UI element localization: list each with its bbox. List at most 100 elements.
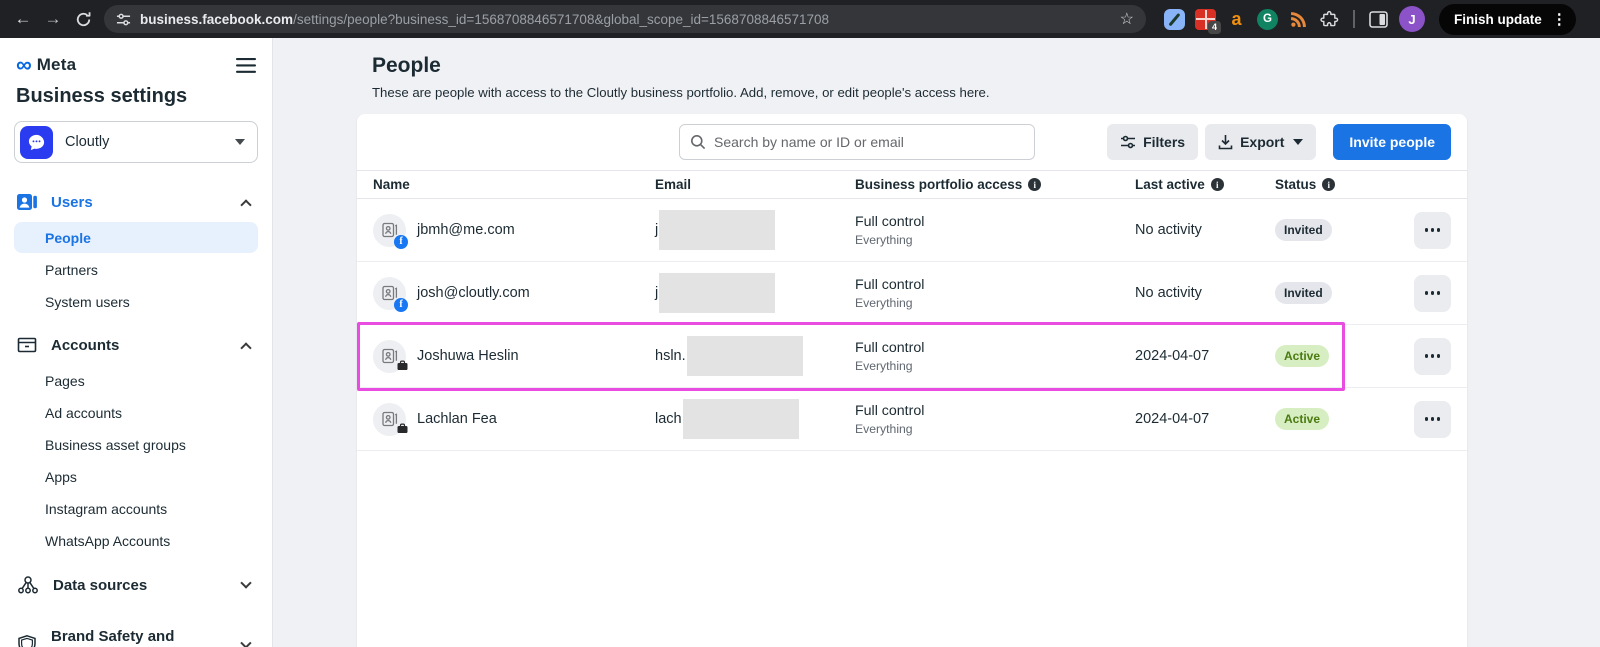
chevron-up-icon	[240, 342, 251, 353]
access-level: Full control	[855, 340, 1135, 356]
access-detail: Everything	[855, 296, 1135, 310]
info-icon[interactable]	[1028, 178, 1041, 191]
hamburger-menu-icon[interactable]	[236, 58, 256, 73]
person-name: Joshuwa Heslin	[417, 348, 519, 364]
column-header-email: Email	[655, 177, 855, 192]
section-label: Accounts	[51, 337, 119, 354]
extensions-puzzle-icon[interactable]	[1319, 9, 1340, 30]
bookmark-star-icon[interactable]	[1120, 9, 1134, 29]
last-active: No activity	[1135, 285, 1275, 301]
sidebar-section-accounts[interactable]: Accounts	[14, 326, 258, 364]
access-level: Full control	[855, 214, 1135, 230]
chrome-menu-icon[interactable]	[1552, 10, 1567, 28]
meta-brand-label: Meta	[37, 55, 77, 75]
section-label: Brand Safety and Suitabi…	[51, 628, 229, 647]
business-selector[interactable]: Cloutly	[14, 121, 258, 163]
search-input[interactable]	[679, 124, 1035, 160]
avatar	[373, 340, 406, 373]
site-settings-icon[interactable]	[116, 12, 131, 27]
section-label: Users	[51, 194, 93, 211]
sidebar-item-apps[interactable]: Apps	[14, 461, 258, 492]
page-description: These are people with access to the Clou…	[372, 85, 1467, 100]
table-row[interactable]: jbmh@me.com j Full controlEverything No …	[357, 199, 1467, 262]
person-name: josh@cloutly.com	[417, 285, 530, 301]
export-label: Export	[1240, 134, 1284, 150]
redacted-email	[683, 399, 799, 439]
sidebar-item-partners[interactable]: Partners	[14, 254, 258, 285]
browser-chrome: ← → business.facebook.com/settings/peopl…	[0, 0, 1600, 38]
search-icon	[690, 134, 706, 150]
status-badge: Invited	[1275, 282, 1332, 304]
avatar	[373, 277, 406, 310]
access-level: Full control	[855, 277, 1135, 293]
sidebar-section-users[interactable]: Users	[14, 183, 258, 221]
column-header-status: Status	[1275, 177, 1393, 192]
sidebar-item-business-asset-groups[interactable]: Business asset groups	[14, 429, 258, 460]
invite-people-button[interactable]: Invite people	[1333, 124, 1451, 160]
users-icon	[16, 192, 38, 212]
person-name: jbmh@me.com	[417, 222, 515, 238]
sidebar-item-instagram-accounts[interactable]: Instagram accounts	[14, 493, 258, 524]
amazon-extension-icon[interactable]	[1226, 9, 1247, 30]
email-prefix: hsln.	[655, 348, 686, 364]
rss-extension-icon[interactable]	[1288, 9, 1309, 30]
chevron-down-icon	[240, 577, 251, 588]
sidebar-item-pages[interactable]: Pages	[14, 365, 258, 396]
shield-icon	[16, 634, 38, 647]
browser-profile-avatar[interactable]: J	[1399, 6, 1425, 32]
sidebar-item-ad-accounts[interactable]: Ad accounts	[14, 397, 258, 428]
filters-button[interactable]: Filters	[1107, 124, 1198, 160]
cloutly-logo-icon	[20, 126, 53, 159]
redacted-email	[659, 273, 775, 313]
filters-label: Filters	[1143, 134, 1185, 150]
person-name: Lachlan Fea	[417, 411, 497, 427]
business-badge-icon	[397, 359, 408, 375]
sidebar-section-brand-safety[interactable]: Brand Safety and Suitabi…	[14, 619, 258, 647]
table-row[interactable]: Lachlan Fea lach Full controlEverything …	[357, 388, 1467, 451]
address-bar[interactable]: business.facebook.com/settings/people?bu…	[104, 5, 1146, 33]
page-heading: People	[372, 54, 1467, 78]
avatar	[373, 403, 406, 436]
access-detail: Everything	[855, 422, 1135, 436]
sidebar: ∞ Meta Business settings Cloutly	[0, 38, 273, 647]
chevron-down-icon	[1293, 139, 1303, 145]
finish-update-button[interactable]: Finish update	[1439, 4, 1576, 35]
url-path: /settings/people?business_id=15687088465…	[293, 12, 829, 27]
export-button[interactable]: Export	[1205, 124, 1316, 160]
access-detail: Everything	[855, 233, 1135, 247]
filters-icon	[1120, 134, 1136, 150]
download-icon	[1218, 134, 1233, 150]
avatar	[373, 214, 406, 247]
extensions-row: 4 J	[1164, 6, 1425, 32]
sidebar-section-data-sources[interactable]: Data sources	[14, 565, 258, 605]
business-name: Cloutly	[65, 134, 109, 150]
sidebar-item-system-users[interactable]: System users	[14, 286, 258, 317]
email-prefix: j	[655, 222, 658, 238]
grammarly-extension-icon[interactable]	[1257, 9, 1278, 30]
more-options-button[interactable]	[1414, 275, 1451, 312]
status-badge: Active	[1275, 345, 1329, 367]
column-header-last-active: Last active	[1135, 177, 1275, 192]
back-icon[interactable]: ←	[10, 6, 36, 32]
info-icon[interactable]	[1211, 178, 1224, 191]
table-row[interactable]: josh@cloutly.com j Full controlEverythin…	[357, 262, 1467, 325]
info-icon[interactable]	[1322, 178, 1335, 191]
more-options-button[interactable]	[1414, 401, 1451, 438]
url-text: business.facebook.com/settings/people?bu…	[140, 12, 829, 27]
section-label: Data sources	[53, 577, 147, 594]
chevron-down-icon	[235, 139, 245, 145]
main-content: People These are people with access to t…	[273, 38, 1600, 647]
pen-extension-icon[interactable]	[1164, 9, 1185, 30]
forward-icon[interactable]: →	[40, 6, 66, 32]
reload-icon[interactable]	[70, 6, 96, 32]
more-options-button[interactable]	[1414, 212, 1451, 249]
more-options-button[interactable]	[1414, 338, 1451, 375]
status-badge: Active	[1275, 408, 1329, 430]
last-active: 2024-04-07	[1135, 411, 1275, 427]
table-row-highlighted[interactable]: Joshuwa Heslin hsln. Full controlEveryth…	[357, 325, 1467, 388]
side-panel-icon[interactable]	[1368, 9, 1389, 30]
sidebar-item-whatsapp-accounts[interactable]: WhatsApp Accounts	[14, 525, 258, 556]
grid-extension-icon[interactable]: 4	[1195, 9, 1216, 30]
sidebar-item-people[interactable]: People	[14, 222, 258, 253]
table-body: jbmh@me.com j Full control Everything No …	[357, 199, 1467, 451]
